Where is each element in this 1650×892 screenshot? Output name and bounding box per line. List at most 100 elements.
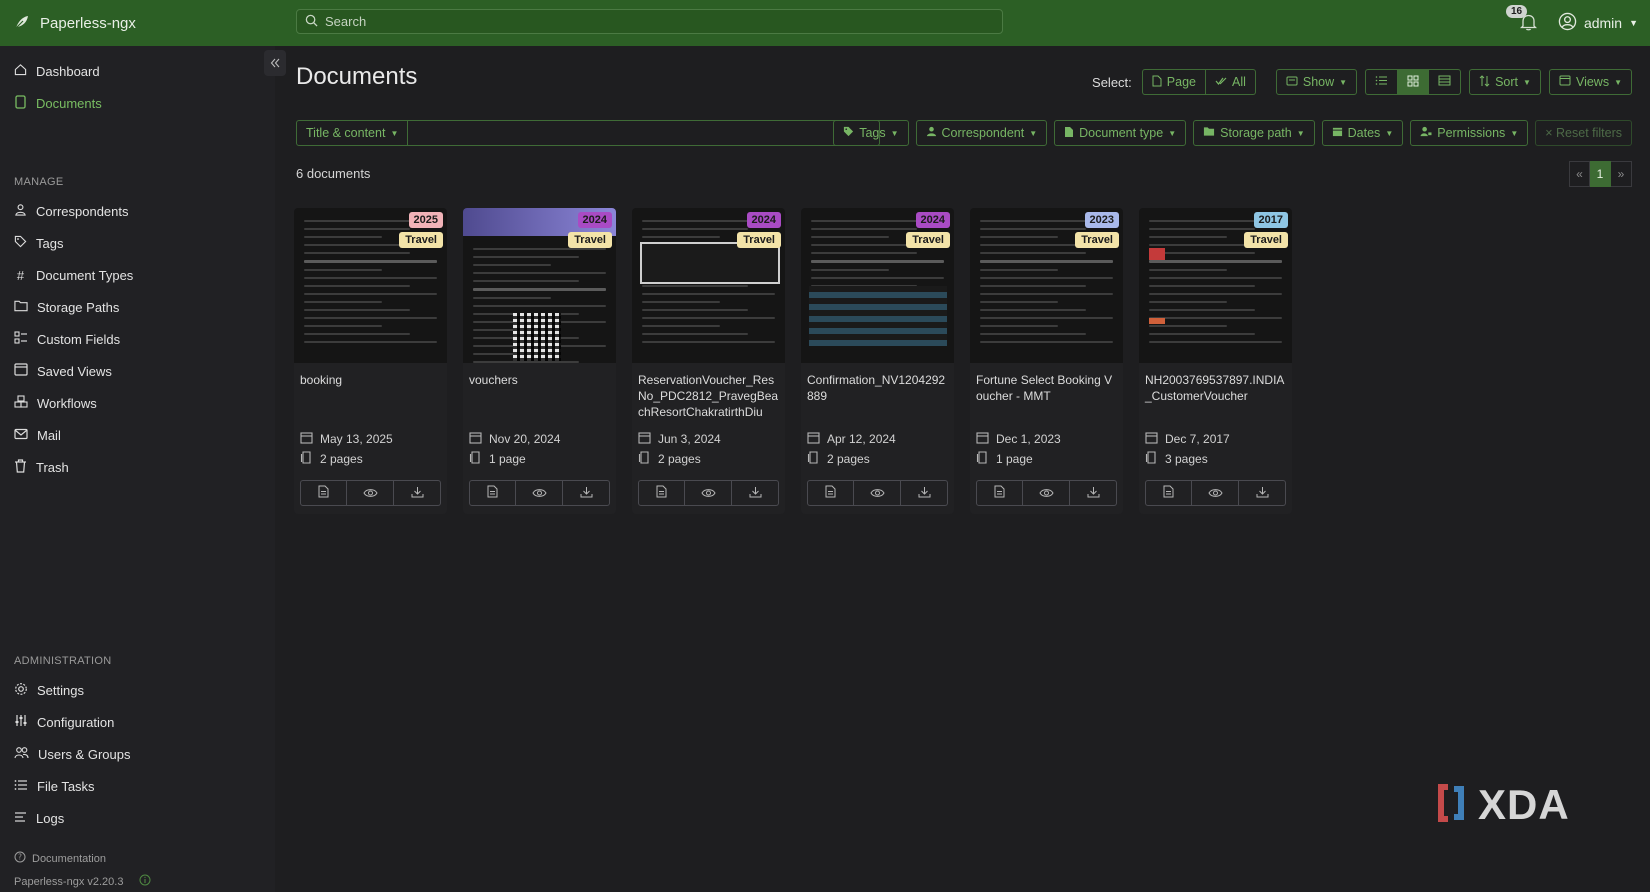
document-type-filter-dropdown[interactable]: Document type ▼ (1054, 120, 1187, 146)
sidebar-item-documents[interactable]: Documents (14, 93, 102, 113)
sidebar-collapse-button[interactable] (264, 50, 286, 76)
sidebar-item-settings[interactable]: Settings (14, 680, 84, 700)
views-dropdown[interactable]: Views ▼ (1548, 69, 1632, 95)
file-text-icon (656, 485, 667, 501)
reset-filters-label: × Reset filters (1545, 126, 1622, 140)
show-dropdown[interactable]: Show ▼ (1275, 69, 1358, 95)
select-page-button[interactable]: Page (1141, 69, 1206, 95)
download-button[interactable] (901, 480, 948, 506)
document-title: NH2003769537897.INDIA_CustomerVoucher (1145, 373, 1285, 403)
sidebar-item-tags[interactable]: Tags (14, 233, 63, 253)
document-card[interactable]: 2024 Travel Confirmation_NV1204292889 Apr 1… (801, 208, 954, 514)
eye-icon (700, 486, 716, 501)
open-details-button[interactable] (976, 480, 1023, 506)
pagination-prev-button[interactable]: « (1569, 161, 1590, 187)
open-details-button[interactable] (1145, 480, 1192, 506)
year-tag-badge[interactable]: 2024 (577, 212, 612, 228)
correspondent-filter-dropdown[interactable]: Correspondent ▼ (915, 120, 1048, 146)
document-card[interactable]: 2023 Travel Fortune Select Booking Voucher… (970, 208, 1123, 514)
text-filter: Title & content ▼ (296, 120, 881, 146)
document-card[interactable]: 2024 Travel vouchers Nov 20, 2024 1 page (463, 208, 616, 514)
sidebar-item-logs[interactable]: Logs (14, 808, 64, 828)
caret-down-icon: ▼ (1385, 128, 1394, 138)
notifications-button[interactable]: 16 (1505, 5, 1540, 34)
sidebar-item-dashboard[interactable]: Dashboard (14, 61, 100, 81)
app-brand[interactable]: Paperless-ngx (0, 14, 296, 33)
display-mode-details-button[interactable] (1429, 69, 1462, 95)
document-card[interactable]: 2024 Travel ReservationVoucher_ResNo_PDC28… (632, 208, 785, 514)
sidebar-item-workflows[interactable]: Workflows (14, 393, 97, 413)
sidebar-item-configuration[interactable]: Configuration (14, 712, 114, 732)
preview-button[interactable] (347, 480, 394, 506)
open-details-button[interactable] (807, 480, 854, 506)
sidebar-item-mail[interactable]: Mail (14, 425, 61, 445)
travel-tag-badge[interactable]: Travel (906, 232, 950, 248)
pagination-next-button[interactable]: » (1611, 161, 1632, 187)
download-button[interactable] (394, 480, 441, 506)
document-thumbnail[interactable]: 2025 Travel (294, 208, 447, 363)
year-tag-badge[interactable]: 2024 (915, 212, 950, 228)
download-button[interactable] (732, 480, 779, 506)
year-tag-badge[interactable]: 2024 (746, 212, 781, 228)
display-mode-grid-button[interactable] (1398, 69, 1430, 95)
year-tag-badge[interactable]: 2025 (408, 212, 443, 228)
download-icon (580, 486, 593, 501)
year-tag-badge[interactable]: 2023 (1084, 212, 1119, 228)
views-label: Views (1575, 75, 1610, 89)
document-thumbnail[interactable]: 2024 Travel (801, 208, 954, 363)
table-rows-icon (1438, 75, 1451, 89)
document-date-label: Dec 1, 2023 (996, 432, 1061, 446)
download-button[interactable] (563, 480, 610, 506)
document-card[interactable]: 2025 Travel booking May 13, 2025 2 pages (294, 208, 447, 514)
preview-button[interactable] (1023, 480, 1070, 506)
travel-tag-badge[interactable]: Travel (1244, 232, 1288, 248)
sidebar-item-storage-paths[interactable]: Storage Paths (14, 297, 119, 317)
documentation-link[interactable]: ? Documentation (14, 851, 106, 866)
travel-tag-badge[interactable]: Travel (737, 232, 781, 248)
sidebar-item-document-types[interactable]: # Document Types (14, 265, 133, 285)
document-thumbnail[interactable]: 2023 Travel (970, 208, 1123, 363)
document-thumbnail[interactable]: 2024 Travel (632, 208, 785, 363)
folder-icon (1203, 126, 1215, 140)
preview-button[interactable] (516, 480, 563, 506)
year-tag-badge[interactable]: 2017 (1253, 212, 1288, 228)
permissions-filter-dropdown[interactable]: Permissions ▼ (1410, 120, 1529, 146)
sidebar-item-saved-views[interactable]: Saved Views (14, 361, 112, 381)
tags-filter-dropdown[interactable]: Tags ▼ (833, 120, 909, 146)
sidebar-item-users-groups[interactable]: Users & Groups (14, 744, 130, 764)
sidebar-item-correspondents[interactable]: Correspondents (14, 201, 129, 221)
download-button[interactable] (1239, 480, 1286, 506)
sidebar-item-label: Custom Fields (37, 331, 121, 347)
sidebar-item-trash[interactable]: Trash (14, 457, 69, 477)
sort-dropdown[interactable]: Sort ▼ (1469, 69, 1541, 95)
reset-filters-button[interactable]: × Reset filters (1535, 120, 1632, 146)
title-content-dropdown[interactable]: Title & content ▼ (296, 120, 409, 146)
open-details-button[interactable] (300, 480, 347, 506)
global-search[interactable] (296, 9, 1003, 34)
text-filter-input[interactable] (408, 120, 881, 146)
sidebar-item-file-tasks[interactable]: File Tasks (14, 776, 95, 796)
document-thumbnail[interactable]: 2024 Travel (463, 208, 616, 363)
user-menu[interactable]: admin ▼ (1558, 12, 1638, 34)
pagination-page-button[interactable]: 1 (1590, 161, 1611, 187)
info-circle-icon[interactable] (139, 874, 151, 889)
sidebar-item-custom-fields[interactable]: Custom Fields (14, 329, 120, 349)
travel-tag-badge[interactable]: Travel (1075, 232, 1119, 248)
open-details-button[interactable] (469, 480, 516, 506)
select-all-button[interactable]: All (1205, 69, 1256, 95)
display-mode-list-button[interactable] (1365, 69, 1399, 95)
document-thumbnail[interactable]: 2017 Travel (1139, 208, 1292, 363)
preview-button[interactable] (685, 480, 732, 506)
storage-path-filter-dropdown[interactable]: Storage path ▼ (1193, 120, 1315, 146)
search-input[interactable] (325, 14, 985, 29)
document-card[interactable]: 2017 Travel NH2003769537897.INDIA_Customer… (1139, 208, 1292, 514)
document-pages: 2 pages (638, 451, 701, 467)
preview-button[interactable] (1192, 480, 1239, 506)
dates-filter-dropdown[interactable]: Dates ▼ (1321, 120, 1404, 146)
download-button[interactable] (1070, 480, 1117, 506)
travel-tag-badge[interactable]: Travel (399, 232, 443, 248)
travel-tag-badge[interactable]: Travel (568, 232, 612, 248)
open-details-button[interactable] (638, 480, 685, 506)
sidebar-item-label: Document Types (36, 267, 134, 283)
preview-button[interactable] (854, 480, 901, 506)
